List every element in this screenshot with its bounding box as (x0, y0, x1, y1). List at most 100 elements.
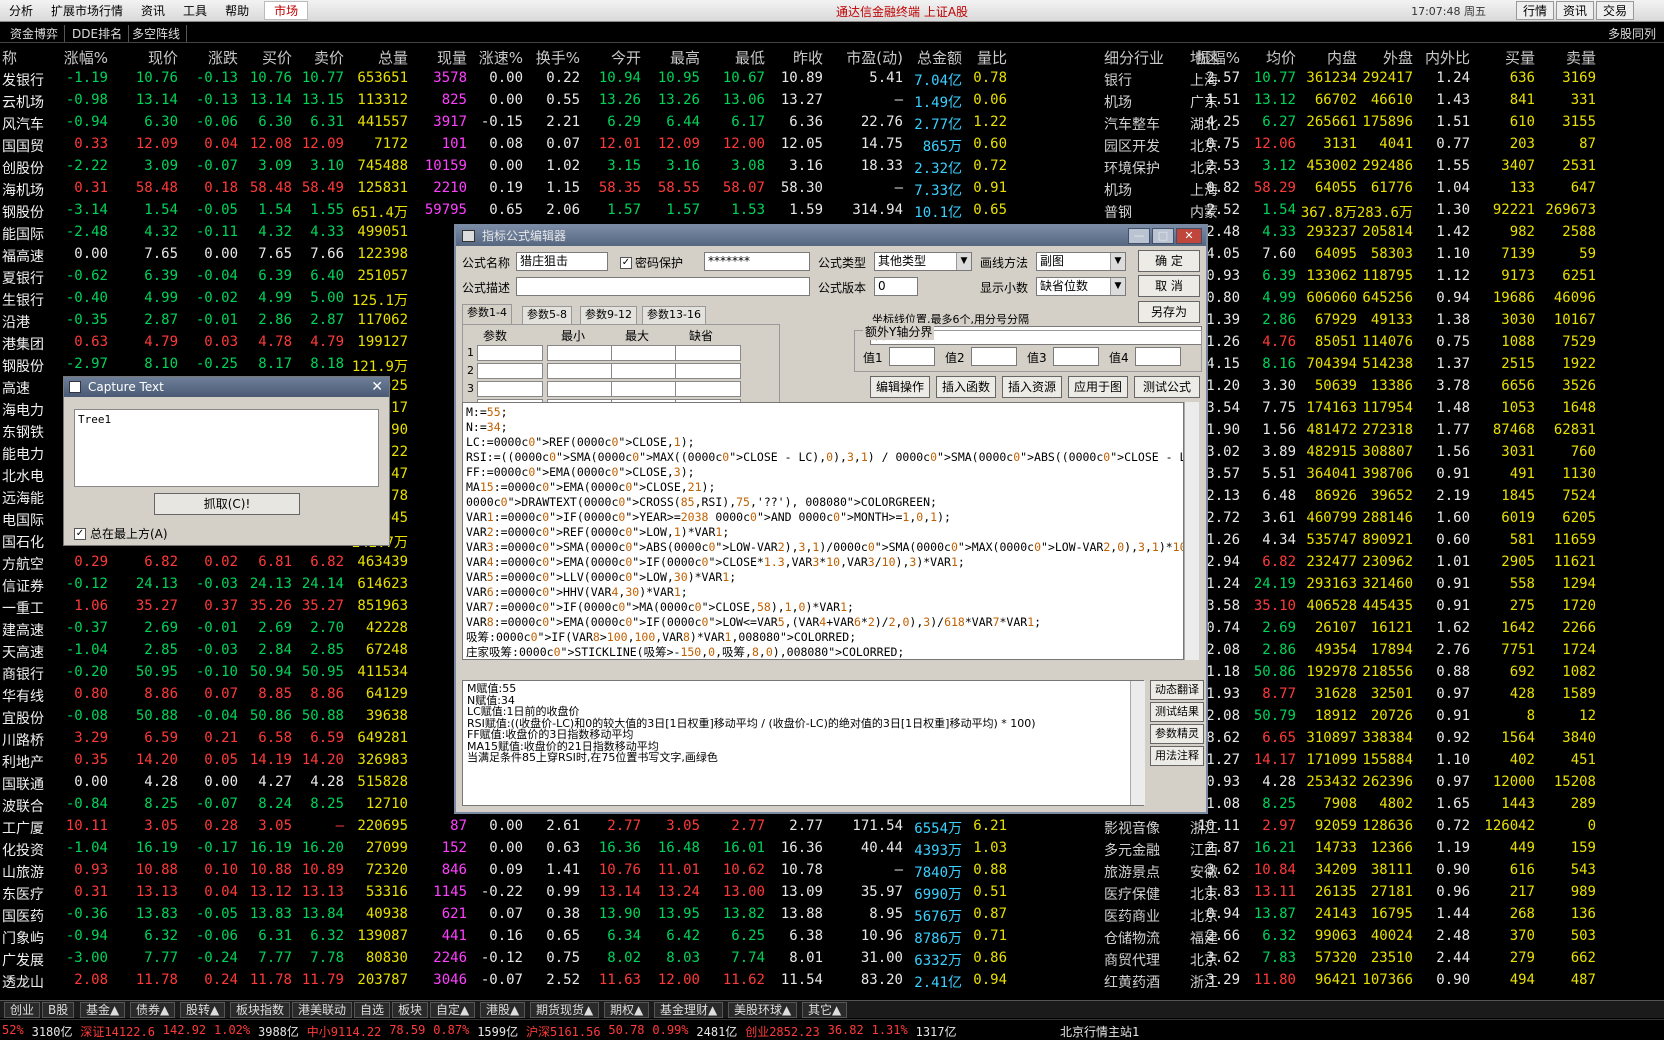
market-tab[interactable]: 自定▲ (430, 1002, 476, 1018)
code-scrollbar[interactable] (1184, 402, 1199, 660)
market-tab[interactable]: 创业 (4, 1002, 41, 1018)
y1-input[interactable] (889, 347, 935, 366)
y3-input[interactable] (1053, 347, 1099, 366)
column-header[interactable]: 买价 (232, 47, 292, 68)
toolbar-item-fund-game[interactable]: 资金博弈 (4, 25, 66, 42)
column-header[interactable]: 外盘 (1353, 47, 1413, 68)
tab-params-13-16[interactable]: 参数13-16 (642, 306, 706, 324)
param-input[interactable] (547, 345, 613, 361)
column-header[interactable]: 内盘 (1297, 47, 1357, 68)
column-header[interactable]: 涨幅% (48, 47, 108, 68)
column-header[interactable]: 卖价 (284, 47, 344, 68)
market-tab[interactable]: B股 (42, 1002, 75, 1018)
table-row[interactable]: 山旅游 0.93 10.88 0.10 10.88 10.89 72320 846 0.09 1.… (0, 860, 1664, 882)
menu-item-news[interactable]: 资讯 (132, 2, 174, 19)
market-tab[interactable]: 美股环球▲ (728, 1002, 798, 1018)
param-input[interactable] (547, 363, 613, 379)
market-tab[interactable]: 基金理财▲ (654, 1002, 724, 1018)
editor-title-bar[interactable]: 指标公式编辑器 — □ ✕ (456, 226, 1206, 246)
toolbar-item-multi-stock[interactable]: 多股同列 (1602, 25, 1662, 42)
menu-item-ext-market[interactable]: 扩展市场行情 (42, 2, 132, 19)
market-tab[interactable]: 板块 (392, 1002, 429, 1018)
save-as-button[interactable]: 另存为 (1138, 301, 1200, 323)
param-input[interactable] (477, 345, 543, 361)
param-input[interactable] (675, 345, 741, 361)
table-row[interactable]: 国国贸 0.33 12.09 0.04 12.08 12.09 7172 101 0.08 0.0… (0, 134, 1664, 156)
minimize-icon[interactable]: — (1128, 228, 1150, 244)
insert-resource-button[interactable]: 插入资源 (1002, 376, 1062, 398)
y4-input[interactable] (1135, 347, 1181, 366)
market-tab[interactable]: 基金▲ (80, 1002, 126, 1018)
always-on-top-checkbox[interactable]: ✓ 总在最上方(A) (74, 525, 168, 542)
column-header[interactable]: 内外比 (1410, 47, 1470, 68)
market-tab[interactable]: 其它▲ (802, 1002, 848, 1018)
close-icon[interactable]: ✕ (371, 377, 383, 397)
table-row[interactable]: 风汽车 -0.94 6.30 -0.06 6.30 6.31 441557 3917 -0.15… (0, 112, 1664, 134)
table-row[interactable]: 门象屿 -0.94 6.32 -0.06 6.31 6.32 139087 441 0.16 0.… (0, 926, 1664, 948)
market-tab[interactable]: 自选 (354, 1002, 391, 1018)
formula-desc-input[interactable] (516, 277, 810, 296)
toolbar-item-long-short[interactable]: 多空阵线 (126, 25, 188, 42)
market-tab[interactable]: 港股▲ (480, 1002, 526, 1018)
column-header[interactable]: 换手% (520, 47, 580, 68)
table-row[interactable]: 化投资 -1.04 16.19 -0.17 16.19 16.20 27099 152 0.00… (0, 838, 1664, 860)
param-input[interactable] (477, 381, 543, 397)
market-tab[interactable]: 港美联动 (292, 1002, 353, 1018)
quote-button[interactable]: 行情 (1515, 1, 1554, 20)
table-row[interactable]: 广发展 -3.00 7.77 -0.24 7.77 7.78 80830 2246 -0.12 0… (0, 948, 1664, 970)
apply-to-chart-button[interactable]: 应用于图 (1068, 376, 1128, 398)
dynamic-translate-button[interactable]: 动态翻译 (1150, 680, 1204, 700)
table-row[interactable]: 国医药 -0.36 13.83 -0.05 13.83 13.84 40938 621 0.07… (0, 904, 1664, 926)
column-header[interactable]: 昨收 (763, 47, 823, 68)
market-tab[interactable]: 股转▲ (180, 1002, 226, 1018)
insert-function-button[interactable]: 插入函数 (936, 376, 996, 398)
table-row[interactable]: 创股份 -2.22 3.09 -0.07 3.09 3.10 745488 10159 0.00… (0, 156, 1664, 178)
maximize-icon[interactable]: □ (1152, 228, 1174, 244)
market-tab[interactable]: 债券▲ (130, 1002, 176, 1018)
edit-operation-button[interactable]: 编辑操作 (870, 376, 930, 398)
close-icon[interactable]: ✕ (1176, 228, 1202, 244)
password-protect-checkbox[interactable]: ✓ 密码保护 (620, 254, 683, 271)
table-row[interactable]: 透龙山 2.08 11.78 0.24 11.78 11.79 203787 3046 -0.0… (0, 970, 1664, 992)
param-input[interactable] (611, 363, 677, 379)
trade-button[interactable]: 交易 (1595, 1, 1634, 20)
test-result-button[interactable]: 测试结果 (1150, 702, 1204, 722)
usage-notes-button[interactable]: 用法注释 (1150, 746, 1204, 766)
ok-button[interactable]: 确 定 (1138, 250, 1200, 272)
toolbar-item-dde-rank[interactable]: DDE排名 (66, 25, 130, 42)
formula-type-select[interactable]: 其他类型 ▼ (874, 252, 972, 271)
column-header[interactable]: 细分行业 (1104, 47, 1164, 68)
tab-params-5-8[interactable]: 参数5-8 (522, 306, 572, 324)
explain-scrollbar[interactable] (1130, 681, 1145, 805)
info-button[interactable]: 资讯 (1555, 1, 1594, 20)
market-tab[interactable]: 期货现货▲ (530, 1002, 600, 1018)
param-input[interactable] (611, 345, 677, 361)
table-row[interactable]: 海机场 0.31 58.48 0.18 58.48 58.49 125831 2210 0.19… (0, 178, 1664, 200)
table-row[interactable]: 东医疗 0.31 13.13 0.04 13.12 13.13 53316 1145 -0.22… (0, 882, 1664, 904)
grab-button[interactable]: 抓取(C)! (154, 493, 300, 515)
decimal-select[interactable]: 缺省位数 ▼ (1036, 277, 1126, 296)
param-input[interactable] (675, 363, 741, 379)
param-input[interactable] (675, 381, 741, 397)
market-tab[interactable]: 期权▲ (604, 1002, 650, 1018)
table-row[interactable]: 云机场 -0.98 13.14 -0.13 13.14 13.15 113312 825 0.0… (0, 90, 1664, 112)
column-header[interactable]: 现价 (118, 47, 178, 68)
cancel-button[interactable]: 取 消 (1138, 275, 1200, 297)
param-wizard-button[interactable]: 参数精灵 (1150, 724, 1204, 744)
column-header[interactable]: 振幅% (1180, 47, 1240, 68)
formula-version-input[interactable]: 0 (874, 277, 918, 296)
column-header[interactable]: 现量 (407, 47, 467, 68)
column-header[interactable]: 涨跌 (178, 47, 238, 68)
column-header[interactable]: 卖量 (1536, 47, 1596, 68)
menu-item-help[interactable]: 帮助 (216, 2, 258, 19)
formula-name-input[interactable]: 猎庄狙击 (516, 252, 608, 271)
param-input[interactable] (611, 381, 677, 397)
table-row[interactable]: 钢股份 -3.14 1.54 -0.05 1.54 1.55 651.4万 59795 0.65… (0, 200, 1664, 222)
param-input[interactable] (477, 363, 543, 379)
column-header[interactable]: 今开 (581, 47, 641, 68)
column-header[interactable]: 量比 (947, 47, 1007, 68)
formula-code-editor[interactable]: M:=55; N:=34; LC:=0000c0">REF(0000c0">CLOS… (462, 402, 1184, 660)
market-tab[interactable]: 板块指数 (230, 1002, 291, 1018)
y2-input[interactable] (971, 347, 1017, 366)
tab-params-1-4[interactable]: 参数1-4 (462, 304, 512, 324)
